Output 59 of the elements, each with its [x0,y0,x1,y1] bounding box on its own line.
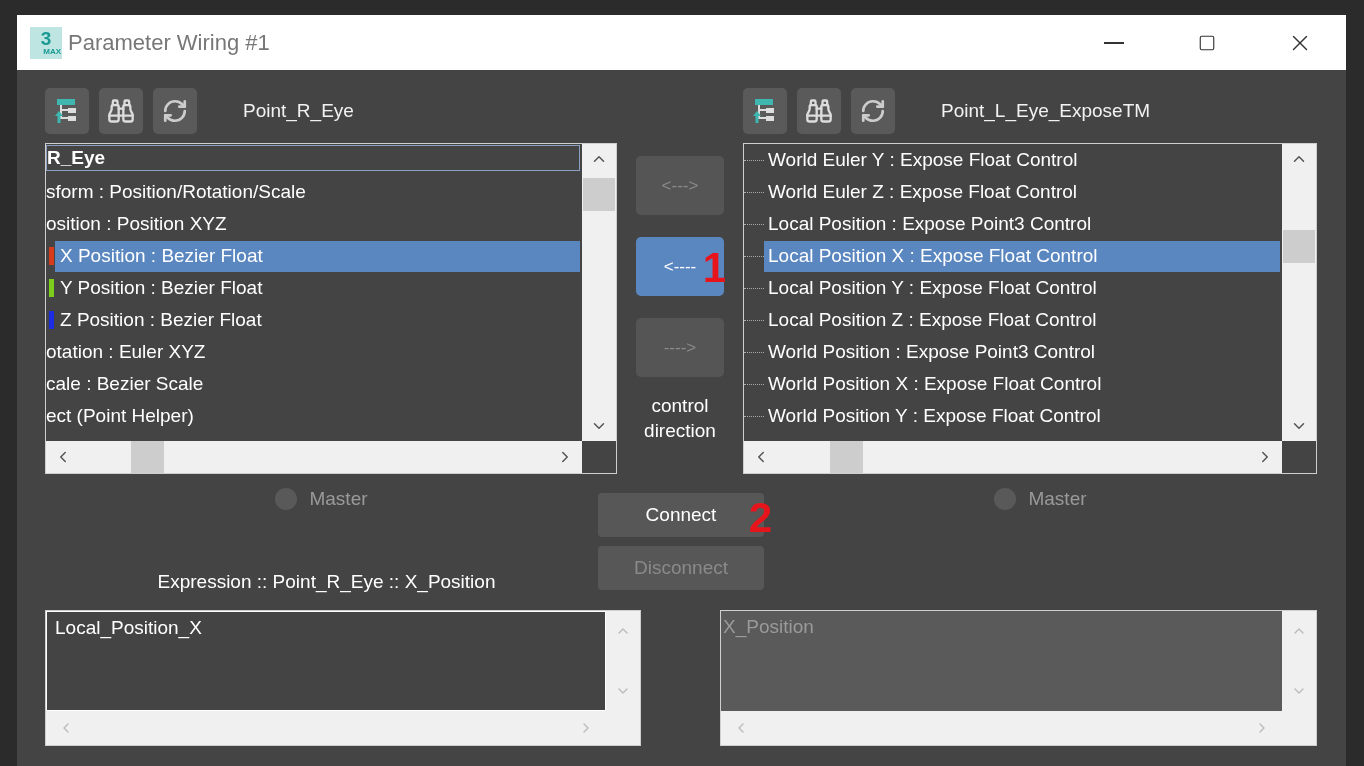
window-title: Parameter Wiring #1 [68,29,270,57]
scroll-thumb[interactable] [1283,230,1315,263]
refresh-button[interactable] [851,88,895,134]
tree-item[interactable]: X Position : Bezier Float [55,240,580,272]
tree-item[interactable]: Z Position : Bezier Float [55,304,580,336]
tree-item[interactable]: ect (Point Helper) [46,400,580,432]
tree-connector [744,287,764,289]
tree-connector [744,223,764,225]
vertical-scrollbar[interactable] [582,144,616,441]
tree-item[interactable]: World Euler Z : Expose Float Control [764,176,1280,208]
tree-item[interactable]: sform : Position/Rotation/Scale [46,176,580,208]
tree-item[interactable]: R_Eye [46,145,580,171]
tree-item[interactable]: cale : Bezier Scale [46,368,580,400]
tree-item[interactable]: World Position : Expose Point3 Control [764,336,1280,368]
pick-object-button[interactable] [45,88,89,134]
object-name: Point_R_Eye [243,98,354,124]
refresh-icon [162,98,188,124]
tree-item[interactable]: Local Position : Expose Point3 Control [764,208,1280,240]
tree-connector [744,351,764,353]
find-button[interactable] [99,88,143,134]
tree-connector [744,191,764,193]
tree-item[interactable]: Local Position Y : Expose Float Control [764,272,1280,304]
tree-item[interactable]: World Position Y : Expose Float Control [764,400,1280,432]
scroll-thumb[interactable] [830,441,863,473]
tree-list[interactable] [743,143,1317,474]
binoculars-icon [805,97,833,125]
object-name: Point_L_Eye_ExposeTM [941,98,1151,124]
vertical-scrollbar[interactable] [1282,144,1316,441]
tree-item[interactable]: World Euler Y : Expose Float Control [764,144,1280,176]
tree-connector [744,383,764,385]
expression-label: Expression :: Point_R_Eye :: X_Position [156,569,496,595]
expression-text: Local_Position_X [55,617,202,638]
master-label: Master [1028,487,1087,511]
refresh-button[interactable] [153,88,197,134]
refresh-icon [860,98,886,124]
direction-caption: control direction [643,394,717,443]
tree-connector [744,159,764,161]
horizontal-scrollbar[interactable] [744,441,1282,473]
tree-connector [744,319,764,321]
scroll-thumb[interactable] [583,178,615,211]
tree-item[interactable]: World Position X : Expose Float Control [764,368,1280,400]
scroll-thumb[interactable] [131,441,164,473]
binoculars-icon [107,97,135,125]
tree-connector [744,415,764,417]
master-label: Master [309,487,368,511]
tree-item[interactable]: Local Position X : Expose Float Control [764,240,1280,272]
tree-item[interactable]: otation : Euler XYZ [46,336,580,368]
tree-item[interactable]: Y Position : Bezier Float [55,272,580,304]
expression-text: X_Position [723,616,814,637]
maximize-icon [1197,33,1216,52]
app-logo: 3 MAX [30,26,62,59]
find-button[interactable] [797,88,841,134]
horizontal-scrollbar[interactable] [46,441,582,473]
tree-list[interactable]: R_Eye sform : Position/Rotation/Scale osition : Position XYZ X Position : Bezier Float Y Position : Bezier Float Z Position : Bezier Float otation : Euler XYZ cale : Bezier Scale ect (Point Helper) [45,143,617,474]
minimize-icon [1103,41,1124,44]
expression-field[interactable]: Local_Position_X [45,610,641,746]
pick-object-button[interactable] [743,88,787,134]
tree-item[interactable]: Local Position Z : Expose Float Control [764,304,1280,336]
tree-item[interactable]: osition : Position XYZ [46,208,580,240]
